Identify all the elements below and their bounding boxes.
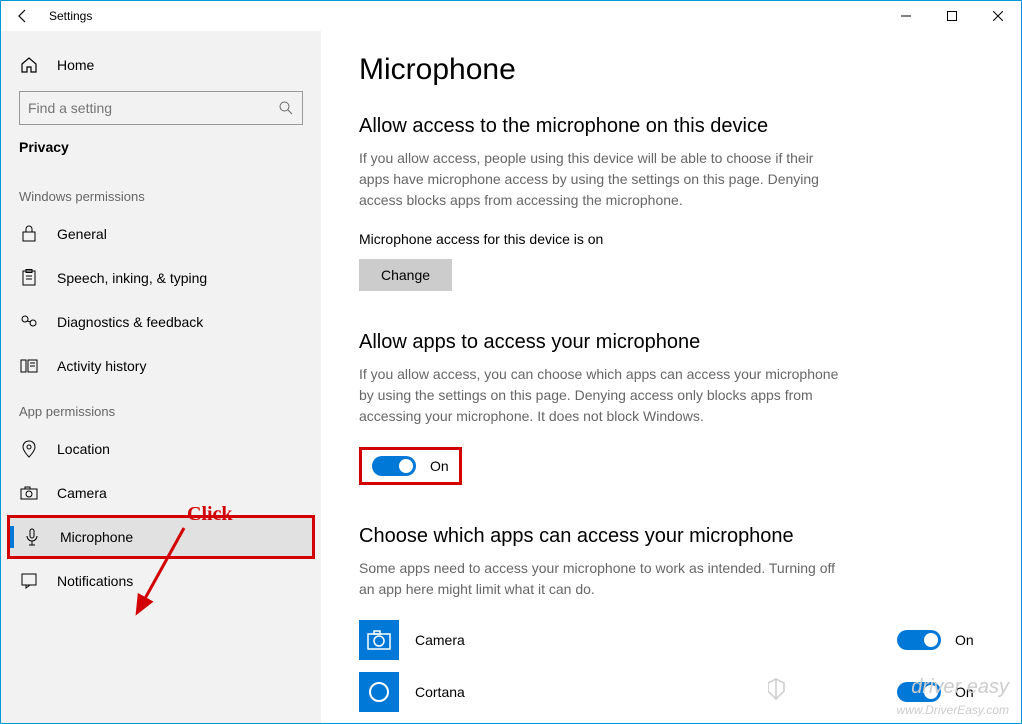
cortana-app-icon (359, 672, 399, 712)
search-box[interactable] (19, 91, 303, 125)
maximize-button[interactable] (929, 1, 975, 31)
section-choose-apps: Choose which apps can access your microp… (359, 525, 983, 712)
sidebar-item-activity[interactable]: Activity history (1, 344, 321, 388)
minimize-button[interactable] (883, 1, 929, 31)
camera-icon (19, 483, 39, 503)
close-icon (993, 11, 1003, 21)
app-row-cortana: Cortana On (359, 672, 983, 712)
home-icon (19, 55, 39, 75)
main-content: Microphone Allow access to the microphon… (321, 31, 1021, 723)
sidebar-item-microphone[interactable]: Microphone (7, 515, 315, 559)
sidebar-group-app-permissions: App permissions (1, 388, 321, 427)
sidebar-group-windows-permissions: Windows permissions (1, 173, 321, 212)
change-button[interactable]: Change (359, 259, 452, 291)
sidebar-item-label: Microphone (60, 529, 133, 545)
app-toggle-cortana[interactable] (897, 682, 941, 702)
back-button[interactable] (9, 2, 37, 30)
section-heading: Choose which apps can access your microp… (359, 525, 983, 548)
search-icon (278, 100, 294, 116)
section-description: Some apps need to access your microphone… (359, 558, 839, 600)
close-button[interactable] (975, 1, 1021, 31)
app-row-camera: Camera On (359, 620, 983, 660)
section-app-access: Allow apps to access your microphone If … (359, 331, 983, 485)
lock-icon (19, 224, 39, 244)
page-title: Microphone (359, 53, 983, 87)
section-description: If you allow access, you can choose whic… (359, 364, 839, 427)
sidebar-item-camera[interactable]: Camera (1, 471, 321, 515)
sidebar-item-label: Location (57, 441, 110, 457)
toggle-label: On (955, 632, 983, 648)
microphone-icon (22, 527, 42, 547)
maximize-icon (947, 11, 957, 21)
camera-app-icon (359, 620, 399, 660)
sidebar-item-label: General (57, 226, 107, 242)
history-icon (19, 356, 39, 376)
sidebar-home[interactable]: Home (1, 43, 321, 87)
clipboard-icon (19, 268, 39, 288)
section-heading: Allow access to the microphone on this d… (359, 115, 983, 138)
toggle-label: On (955, 684, 983, 700)
sidebar-item-notifications[interactable]: Notifications (1, 559, 321, 603)
sidebar-item-label: Activity history (57, 358, 146, 374)
search-input[interactable] (28, 100, 278, 116)
feedback-icon (19, 312, 39, 332)
location-icon (19, 439, 39, 459)
notifications-icon (19, 571, 39, 591)
section-description: If you allow access, people using this d… (359, 148, 839, 211)
toggle-label: On (430, 458, 449, 474)
section-device-access: Allow access to the microphone on this d… (359, 115, 983, 291)
sidebar: Home Privacy Windows permissions General… (1, 31, 321, 723)
window-body: Home Privacy Windows permissions General… (1, 31, 1021, 723)
settings-window: Settings Home Privacy Windows permission… (0, 0, 1022, 724)
minimize-icon (901, 11, 911, 21)
app-name: Camera (415, 632, 897, 648)
sidebar-category: Privacy (1, 139, 321, 173)
window-title: Settings (49, 9, 92, 23)
sidebar-item-label: Notifications (57, 573, 133, 589)
sidebar-item-location[interactable]: Location (1, 427, 321, 471)
sidebar-item-general[interactable]: General (1, 212, 321, 256)
sidebar-item-speech[interactable]: Speech, inking, & typing (1, 256, 321, 300)
app-toggle-camera[interactable] (897, 630, 941, 650)
search-container (19, 91, 303, 125)
app-access-toggle[interactable] (372, 456, 416, 476)
app-access-toggle-row: On (359, 447, 462, 485)
sidebar-item-label: Camera (57, 485, 107, 501)
arrow-left-icon (15, 8, 31, 24)
sidebar-item-label: Diagnostics & feedback (57, 314, 203, 330)
sidebar-item-diagnostics[interactable]: Diagnostics & feedback (1, 300, 321, 344)
sidebar-item-label: Speech, inking, & typing (57, 270, 207, 286)
sidebar-home-label: Home (57, 57, 94, 73)
window-controls (883, 1, 1021, 31)
app-name: Cortana (415, 684, 897, 700)
device-access-status: Microphone access for this device is on (359, 231, 983, 247)
titlebar: Settings (1, 1, 1021, 31)
section-heading: Allow apps to access your microphone (359, 331, 983, 354)
